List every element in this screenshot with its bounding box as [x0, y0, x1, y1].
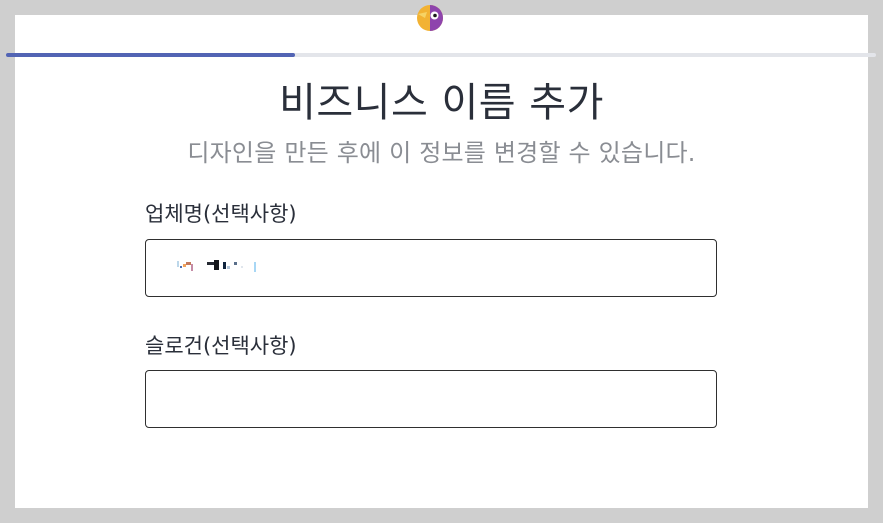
slogan-field[interactable] — [145, 370, 717, 428]
toucan-logo-icon — [417, 5, 443, 31]
redacted-text-mask — [177, 260, 256, 272]
progress-fill — [6, 53, 295, 57]
business-name-label: 업체명(선택사항) — [145, 202, 297, 226]
page-title: 비즈니스 이름 추가 — [279, 80, 604, 126]
slogan-input[interactable] — [146, 371, 716, 427]
page-subtitle: 디자인을 만든 후에 이 정보를 변경할 수 있습니다. — [187, 139, 696, 167]
business-name-field[interactable] — [145, 239, 717, 297]
slogan-label: 슬로건(선택사항) — [145, 334, 297, 358]
